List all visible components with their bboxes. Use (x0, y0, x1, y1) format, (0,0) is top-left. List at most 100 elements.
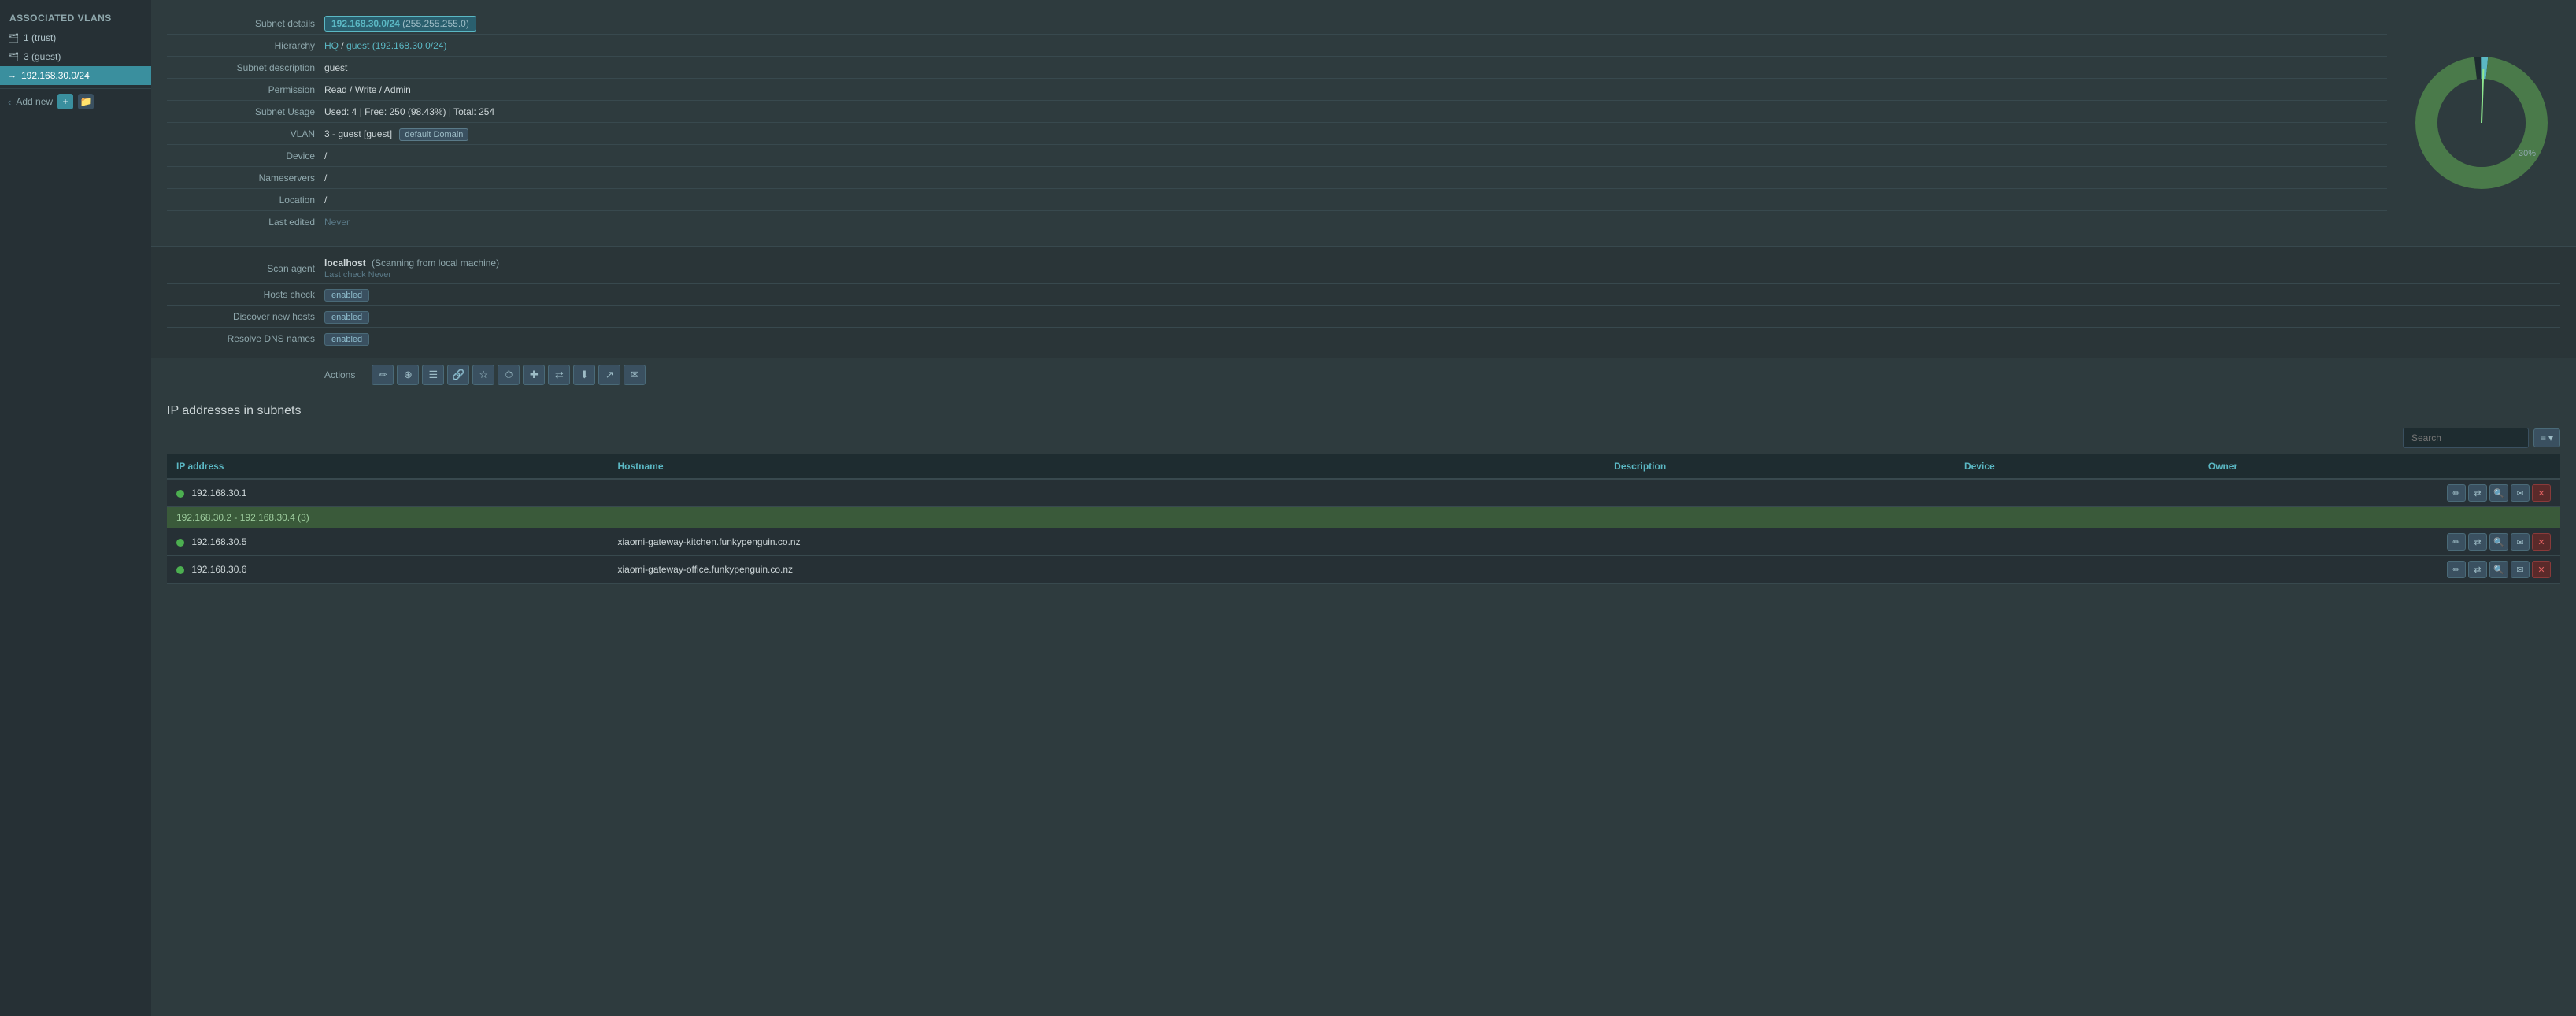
row-delete-button[interactable]: ✕ (2532, 533, 2551, 551)
action-email-button[interactable]: ✉ (624, 365, 646, 385)
nameservers-label: Nameservers (167, 169, 324, 187)
location-row: Location / (167, 189, 2387, 211)
device-cell (1955, 528, 2199, 556)
description-cell (1604, 556, 1955, 584)
vlan-value: 3 - guest [guest] default Domain (324, 125, 2387, 143)
table-row-range: 192.168.30.2 - 192.168.30.4 (3) (167, 507, 2560, 528)
ip-section-title: IP addresses in subnets (167, 404, 2560, 418)
owner-cell (2199, 556, 2437, 584)
scan-last-check: Last check Never (324, 270, 391, 280)
detail-table: Subnet details 192.168.30.0/24 (255.255.… (167, 13, 2387, 233)
sidebar-folder-button[interactable]: 📁 (78, 94, 94, 109)
row-delete-button[interactable]: ✕ (2532, 484, 2551, 502)
action-download-button[interactable]: ⬇ (573, 365, 595, 385)
sidebar-add-button[interactable]: + (57, 94, 73, 109)
sidebar-item-label-subnet: 192.168.30.0/24 (21, 70, 90, 81)
sidebar: Associated VLANs 🗂 1 (trust) 🗂 3 (guest)… (0, 0, 151, 1016)
table-row: 192.168.30.1 ✏ ⇄ 🔍 ✉ ✕ (167, 479, 2560, 507)
hierarchy-label: Hierarchy (167, 37, 324, 54)
row-search-button[interactable]: 🔍 (2489, 484, 2508, 502)
action-export-button[interactable]: ↗ (598, 365, 620, 385)
hostname-cell: xiaomi-gateway-office.funkypenguin.co.nz (608, 556, 1604, 584)
sidebar-add-label: Add new (16, 96, 53, 107)
row-email-button[interactable]: ✉ (2511, 533, 2530, 551)
row-email-button[interactable]: ✉ (2511, 484, 2530, 502)
vlan-tag: default Domain (399, 128, 468, 141)
discover-value: enabled (324, 308, 2560, 325)
hierarchy-guest-link[interactable]: guest (192.168.30.0/24) (346, 40, 446, 51)
action-edit-button[interactable]: ✏ (372, 365, 394, 385)
col-owner[interactable]: Owner (2199, 454, 2437, 479)
scan-agent-value: localhost (Scanning from local machine) … (324, 254, 2560, 283)
row-share-button[interactable]: ⇄ (2468, 561, 2487, 578)
ip-address: 192.168.30.5 (191, 536, 246, 547)
action-clock-button[interactable]: ⏱ (498, 365, 520, 385)
device-label: Device (167, 147, 324, 165)
scan-agent-hostname: localhost (324, 258, 366, 269)
row-edit-button[interactable]: ✏ (2447, 533, 2466, 551)
action-add-button[interactable]: ⊕ (397, 365, 419, 385)
table-row: 192.168.30.5 xiaomi-gateway-kitchen.funk… (167, 528, 2560, 556)
col-description[interactable]: Description (1604, 454, 1955, 479)
hierarchy-hq-link[interactable]: HQ (324, 40, 339, 51)
subnet-usage-value: Used: 4 | Free: 250 (98.43%) | Total: 25… (324, 103, 2387, 121)
sidebar-item-guest[interactable]: 🗂 3 (guest) (0, 47, 151, 66)
ip-table-header: IP address Hostname Description Device O… (167, 454, 2560, 479)
sidebar-item-trust[interactable]: 🗂 1 (trust) (0, 28, 151, 47)
sidebar-item-subnet[interactable]: → 192.168.30.0/24 (0, 66, 151, 85)
subnet-mask: (255.255.255.0) (402, 18, 469, 29)
discover-label: Discover new hosts (167, 308, 324, 325)
col-device[interactable]: Device (1955, 454, 2199, 479)
action-share-button[interactable]: ⇄ (548, 365, 570, 385)
owner-cell (2199, 479, 2437, 507)
last-edited-label: Last edited (167, 213, 324, 231)
action-link-button[interactable]: 🔗 (447, 365, 469, 385)
row-actions-cell: ✏ ⇄ 🔍 ✉ ✕ (2437, 528, 2560, 556)
scan-agent-desc: (Scanning from local machine) (372, 258, 499, 269)
action-list-button[interactable]: ☰ (422, 365, 444, 385)
hosts-check-value: enabled (324, 286, 2560, 303)
row-share-button[interactable]: ⇄ (2468, 484, 2487, 502)
action-star-button[interactable]: ☆ (472, 365, 494, 385)
status-dot-online (176, 490, 184, 498)
vlan-label: VLAN (167, 125, 324, 143)
owner-cell (2199, 528, 2437, 556)
hosts-check-row: Hosts check enabled (167, 284, 2560, 306)
description-cell (1604, 528, 1955, 556)
permission-label: Permission (167, 81, 324, 98)
subnet-details-value: 192.168.30.0/24 (255.255.255.0) (324, 15, 2387, 32)
device-cell (1955, 479, 2199, 507)
row-edit-button[interactable]: ✏ (2447, 484, 2466, 502)
row-share-button[interactable]: ⇄ (2468, 533, 2487, 551)
search-input[interactable] (2403, 428, 2529, 448)
hostname-cell (608, 479, 1604, 507)
usage-chart: 30% (2403, 13, 2560, 233)
scan-section: Scan agent localhost (Scanning from loca… (151, 246, 2576, 358)
ip-table: IP address Hostname Description Device O… (167, 454, 2560, 584)
arrow-icon: → (8, 71, 17, 80)
last-edited-row: Last edited Never (167, 211, 2387, 233)
row-search-button[interactable]: 🔍 (2489, 533, 2508, 551)
status-dot-online (176, 539, 184, 547)
status-dot-online (176, 566, 184, 574)
row-search-button[interactable]: 🔍 (2489, 561, 2508, 578)
sidebar-back-arrow[interactable]: ‹ (8, 96, 11, 108)
nameservers-value: / (324, 169, 2387, 187)
resolve-row: Resolve DNS names enabled (167, 328, 2560, 350)
row-email-button[interactable]: ✉ (2511, 561, 2530, 578)
device-row: Device / (167, 145, 2387, 167)
col-ip[interactable]: IP address (167, 454, 608, 479)
scan-agent-label: Scan agent (167, 260, 324, 277)
view-toggle-button[interactable]: ≡ ▾ (2533, 428, 2560, 447)
col-hostname[interactable]: Hostname (608, 454, 1604, 479)
sidebar-item-label-trust: 1 (trust) (24, 32, 56, 43)
ip-address: 192.168.30.6 (191, 564, 246, 575)
permission-value: Read / Write / Admin (324, 81, 2387, 98)
action-addhost-button[interactable]: ✚ (523, 365, 545, 385)
subnet-desc-row: Subnet description guest (167, 57, 2387, 79)
row-delete-button[interactable]: ✕ (2532, 561, 2551, 578)
ip-table-body: 192.168.30.1 ✏ ⇄ 🔍 ✉ ✕ (167, 479, 2560, 584)
row-edit-button[interactable]: ✏ (2447, 561, 2466, 578)
hierarchy-value: HQ / guest (192.168.30.0/24) (324, 37, 2387, 54)
resolve-label: Resolve DNS names (167, 330, 324, 347)
